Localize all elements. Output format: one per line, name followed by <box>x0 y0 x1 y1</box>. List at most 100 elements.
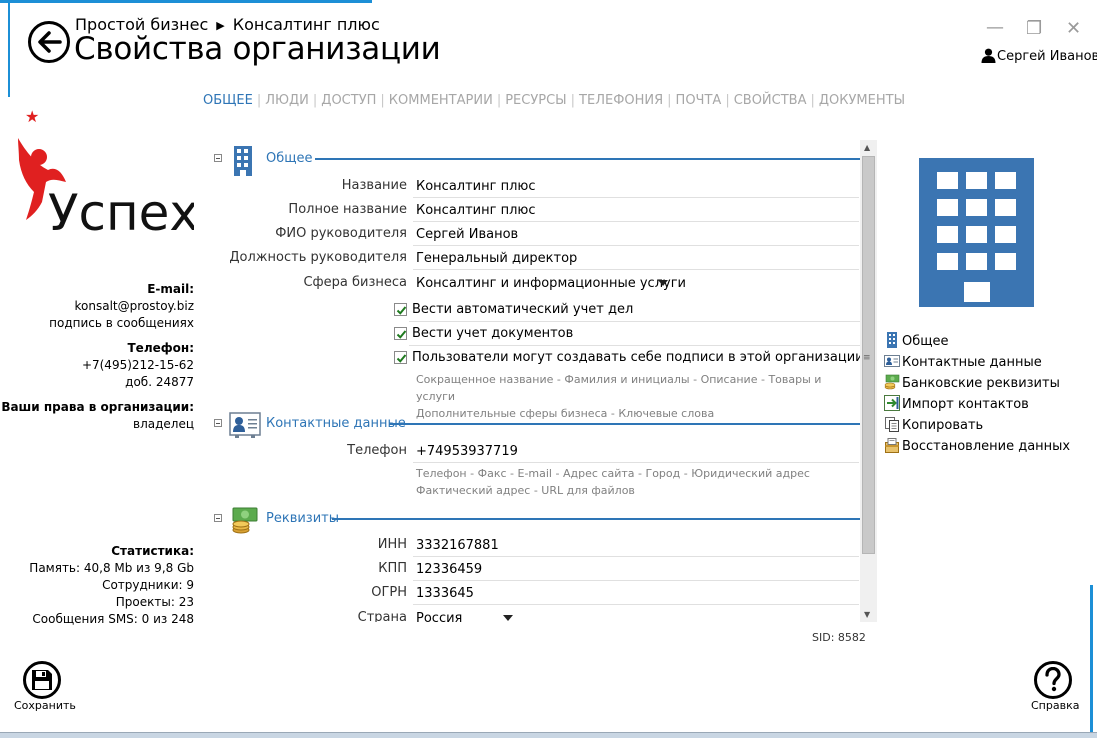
extra-field-link[interactable]: Сокращенное название <box>416 373 553 386</box>
extra-field-link[interactable]: E-mail <box>518 467 553 480</box>
nav-item-restore-data[interactable]: Восстановление данных <box>884 437 1070 458</box>
extra-field-link[interactable]: Телефон <box>416 467 467 480</box>
field-label: Сфера бизнеса <box>303 275 407 290</box>
email-link[interactable]: konsalt@prostoy.biz <box>1 298 195 315</box>
nav-item-copy[interactable]: Копировать <box>884 416 1070 437</box>
link-separator: - <box>470 467 475 480</box>
import-icon <box>884 395 900 411</box>
extra-field-link[interactable]: Факс <box>478 467 507 480</box>
contact-card-icon <box>229 412 261 438</box>
phone-input[interactable]: +74953937719 <box>413 440 859 463</box>
section-divider <box>389 423 860 425</box>
email-note: подпись в сообщениях <box>49 316 194 330</box>
field-label: Страна <box>357 610 407 622</box>
link-separator: - <box>533 484 538 497</box>
checkbox[interactable] <box>394 303 407 316</box>
field-label: КПП <box>378 561 407 576</box>
link-separator: - <box>693 373 698 386</box>
building-window <box>937 199 958 216</box>
help-button-label[interactable]: Справка <box>1031 699 1079 712</box>
director-position-input[interactable]: Гeнeральный директор <box>413 247 859 270</box>
checkbox-user-signatures[interactable]: Пользователи могут создавать себе подпис… <box>394 348 860 370</box>
checkbox[interactable] <box>394 327 407 340</box>
tab-properties[interactable]: СВОЙСТВА <box>734 93 807 108</box>
building-window <box>995 172 1016 189</box>
scroll-down-arrow-icon[interactable]: ▼ <box>864 610 870 619</box>
collapse-toggle[interactable] <box>214 154 222 162</box>
director-name-input[interactable]: Сергей Иванов <box>413 223 859 246</box>
org-contact-info: E-mail: konsalt@prostoy.biz подпись в со… <box>1 281 194 433</box>
field-label: Должность руководителя <box>229 250 407 265</box>
tab-documents[interactable]: ДОКУМЕНТЫ <box>819 93 905 108</box>
checkbox[interactable] <box>394 351 407 364</box>
close-button[interactable]: ✕ <box>1066 18 1081 39</box>
stats-label: Статистика: <box>111 544 194 558</box>
statistics-panel: Статистика: Память: 40,8 Mb из 9,8 Gb Со… <box>29 543 194 628</box>
business-sphere-value: Консалтинг и информационные услуги <box>416 276 686 291</box>
checkbox-auto-tasks[interactable]: Вести автоматический учет дел <box>394 300 860 322</box>
rights-label: Ваши права в организации: <box>1 400 194 414</box>
section-contacts: Контактные данные <box>207 411 860 441</box>
nav-item-contacts[interactable]: Контактные данные <box>884 353 1070 374</box>
checkbox-label: Пользователи могут создавать себе подпис… <box>412 350 860 365</box>
inn-input[interactable]: 3332167881 <box>413 534 859 557</box>
user-menu[interactable]: Сергей Иванов <box>981 48 1097 64</box>
help-button[interactable] <box>1034 661 1072 699</box>
tab-access[interactable]: ДОСТУП <box>321 93 376 108</box>
kpp-input[interactable]: 12336459 <box>413 558 859 581</box>
restore-button[interactable]: ❐ <box>1026 18 1042 39</box>
extra-field-link[interactable]: Фактический адрес <box>416 484 530 497</box>
name-input[interactable]: Консалтинг плюс <box>413 175 859 198</box>
contact-card-icon <box>884 355 900 367</box>
ogrn-input[interactable]: 1333645 <box>413 582 859 605</box>
tab-comments[interactable]: КОММЕНТАРИИ <box>389 93 493 108</box>
nav-item-bank-details[interactable]: Банковские реквизиты <box>884 374 1070 395</box>
collapse-toggle[interactable] <box>214 514 222 522</box>
country-value: Россия <box>416 611 463 622</box>
taskbar-strip <box>0 732 1097 738</box>
collapse-toggle[interactable] <box>214 419 222 427</box>
section-title: Контактные данные <box>266 416 406 431</box>
nav-item-general[interactable]: Общее <box>884 332 1070 353</box>
tab-resources[interactable]: РЕСУРСЫ <box>505 93 566 108</box>
business-sphere-select[interactable]: Консалтинг и информационные услуги <box>413 272 859 295</box>
tab-general[interactable]: ОБЩЕЕ <box>203 93 253 108</box>
country-select[interactable]: Россия <box>413 607 859 622</box>
building-illustration-icon <box>919 158 1034 307</box>
back-button[interactable] <box>28 21 70 63</box>
tab-mail[interactable]: ПОЧТА <box>676 93 722 108</box>
logo-text: Успех <box>48 184 194 236</box>
nav-item-import-contacts[interactable]: Импорт контактов <box>884 395 1070 416</box>
row-divider <box>409 321 860 322</box>
tab-divider: | <box>810 93 815 108</box>
field-row-full-name: Полное название Консалтинг плюс <box>207 199 860 222</box>
building-window <box>937 172 958 189</box>
extra-field-link[interactable]: URL для файлов <box>541 484 635 497</box>
building-window <box>995 226 1016 243</box>
full-name-input[interactable]: Консалтинг плюс <box>413 199 859 222</box>
scroll-up-arrow-icon[interactable]: ▲ <box>864 143 870 152</box>
checkbox-label: Вести автоматический учет дел <box>412 302 634 317</box>
tab-divider: | <box>380 93 385 108</box>
section-title: Общее <box>266 151 313 166</box>
tab-people[interactable]: ЛЮДИ <box>265 93 309 108</box>
tab-telephony[interactable]: ТЕЛЕФОНИЯ <box>579 93 663 108</box>
row-divider <box>409 345 860 346</box>
minimize-button[interactable]: — <box>986 17 1004 38</box>
extra-field-link[interactable]: Описание <box>701 373 758 386</box>
extra-field-link[interactable]: Адрес сайта <box>563 467 635 480</box>
save-button[interactable] <box>23 661 61 699</box>
chevron-down-icon[interactable] <box>503 615 513 621</box>
window-accent-right <box>1090 585 1093 738</box>
stats-projects: Проекты: 23 <box>115 595 194 609</box>
extra-field-link[interactable]: Город <box>645 467 680 480</box>
save-button-label[interactable]: Сохранить <box>14 699 76 712</box>
tab-divider: | <box>570 93 576 108</box>
tab-divider: | <box>496 93 502 108</box>
checkbox-documents[interactable]: Вести учет документов <box>394 324 860 346</box>
extra-field-link[interactable]: Юридический адрес <box>691 467 810 480</box>
form-scrollbar[interactable]: ▲ ≡ ▼ <box>860 140 877 622</box>
building-window <box>995 253 1016 270</box>
extra-field-link[interactable]: Фамилия и инициалы <box>564 373 689 386</box>
chevron-down-icon[interactable] <box>658 280 668 286</box>
